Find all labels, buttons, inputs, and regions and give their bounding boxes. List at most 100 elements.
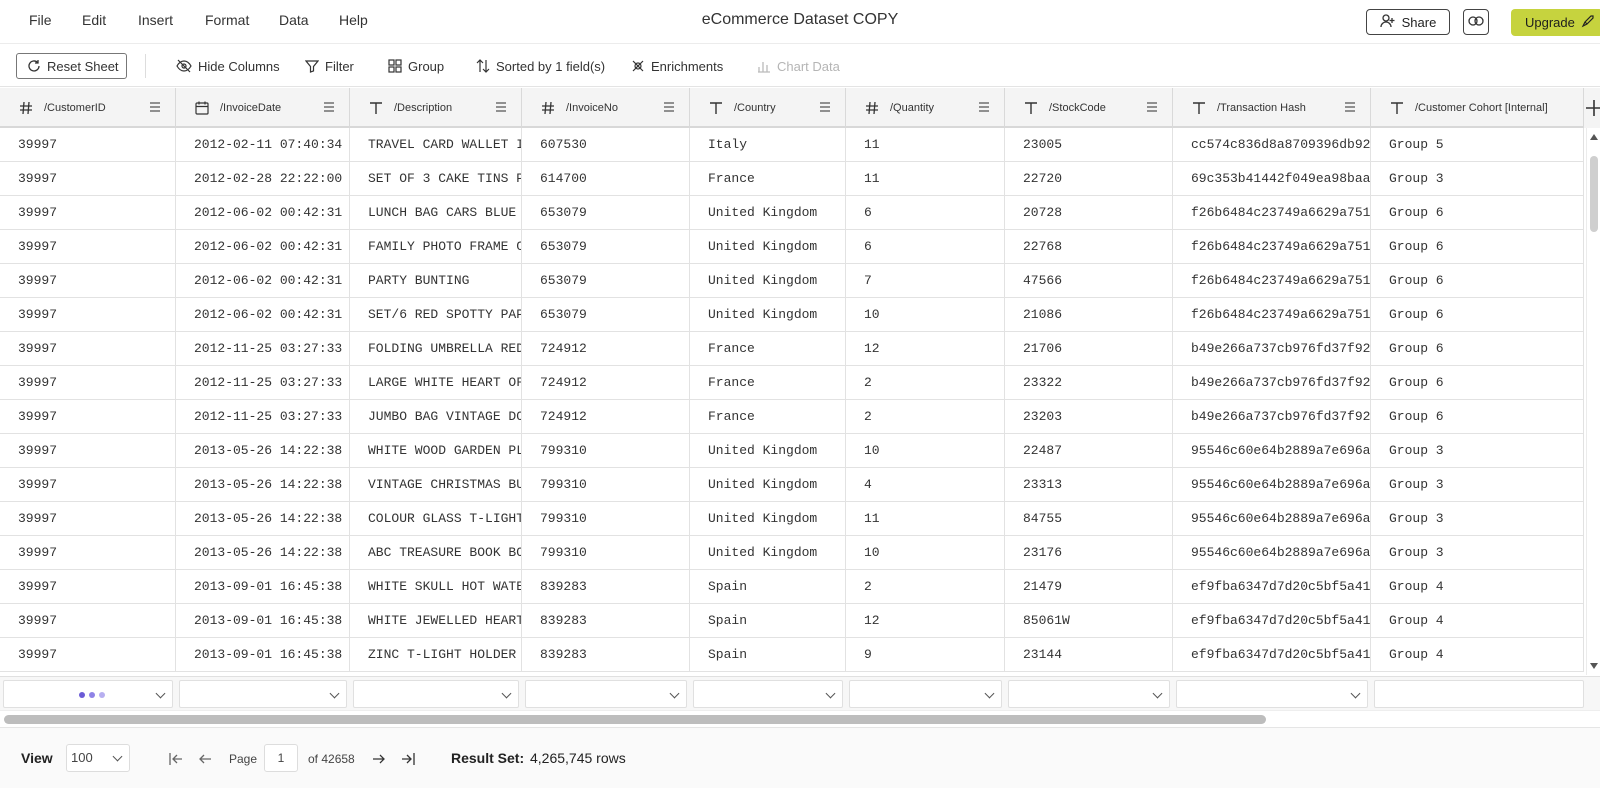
table-cell[interactable]: 2 [846, 366, 1005, 399]
table-row[interactable]: 39997 2012-11-25 03:27:33 JUMBO BAG VINTAG… [0, 400, 1584, 434]
table-cell[interactable]: 85061W [1005, 604, 1173, 637]
column-header[interactable]: /Transaction Hash [1173, 88, 1371, 128]
copy-link-button[interactable] [1463, 9, 1489, 35]
table-cell[interactable]: United Kingdom [690, 196, 846, 229]
table-cell[interactable]: ef9fba6347d7d20c5bf5a41 [1173, 638, 1371, 671]
column-header[interactable]: /Quantity [846, 88, 1005, 128]
table-cell[interactable]: 39997 [0, 468, 176, 501]
table-cell[interactable]: f26b6484c23749a6629a751 [1173, 298, 1371, 331]
table-cell[interactable]: France [690, 332, 846, 365]
menu-help[interactable]: Help [339, 12, 368, 28]
table-cell[interactable]: United Kingdom [690, 230, 846, 263]
table-cell[interactable]: Spain [690, 570, 846, 603]
table-cell[interactable]: 653079 [522, 196, 690, 229]
table-cell[interactable]: Spain [690, 638, 846, 671]
table-cell[interactable]: 12 [846, 604, 1005, 637]
table-cell[interactable]: Group 3 [1371, 468, 1584, 501]
column-filter-select[interactable] [353, 680, 519, 708]
table-cell[interactable]: United Kingdom [690, 468, 846, 501]
table-cell[interactable]: 39997 [0, 128, 176, 161]
table-cell[interactable]: 22768 [1005, 230, 1173, 263]
table-cell[interactable]: 653079 [522, 264, 690, 297]
table-cell[interactable]: 39997 [0, 638, 176, 671]
table-cell[interactable]: 2 [846, 570, 1005, 603]
table-cell[interactable]: Group 3 [1371, 536, 1584, 569]
add-column-button[interactable] [1584, 88, 1600, 128]
table-cell[interactable]: b49e266a737cb976fd37f92 [1173, 400, 1371, 433]
table-cell[interactable]: b49e266a737cb976fd37f92 [1173, 366, 1371, 399]
table-row[interactable]: 39997 2013-09-01 16:45:38 WHITE JEWELLED H… [0, 604, 1584, 638]
table-cell[interactable]: VINTAGE CHRISTMAS BU [350, 468, 522, 501]
horizontal-scrollbar[interactable] [0, 710, 1600, 726]
table-cell[interactable]: 6 [846, 196, 1005, 229]
table-row[interactable]: 39997 2012-02-28 22:22:00 SET OF 3 CAKE TI… [0, 162, 1584, 196]
hide-columns-button[interactable]: Hide Columns [176, 53, 280, 79]
table-cell[interactable]: Group 4 [1371, 638, 1584, 671]
table-cell[interactable]: 23203 [1005, 400, 1173, 433]
table-cell[interactable]: 22487 [1005, 434, 1173, 467]
table-row[interactable]: 39997 2012-06-02 00:42:31 FAMILY PHOTO FRA… [0, 230, 1584, 264]
column-menu-icon[interactable] [495, 101, 509, 115]
table-cell[interactable]: 39997 [0, 502, 176, 535]
table-cell[interactable]: 39997 [0, 434, 176, 467]
table-cell[interactable]: LARGE WHITE HEART OF [350, 366, 522, 399]
table-cell[interactable]: b49e266a737cb976fd37f92 [1173, 332, 1371, 365]
table-cell[interactable]: 2013-05-26 14:22:38 [176, 468, 350, 501]
table-cell[interactable]: 11 [846, 128, 1005, 161]
table-cell[interactable]: 839283 [522, 604, 690, 637]
table-cell[interactable]: 39997 [0, 230, 176, 263]
menu-edit[interactable]: Edit [82, 12, 106, 28]
table-cell[interactable]: 653079 [522, 230, 690, 263]
table-cell[interactable]: 39997 [0, 264, 176, 297]
table-cell[interactable]: f26b6484c23749a6629a751 [1173, 196, 1371, 229]
reset-sheet-button[interactable]: Reset Sheet [16, 53, 127, 79]
table-cell[interactable]: cc574c836d8a8709396db92 [1173, 128, 1371, 161]
table-cell[interactable]: 799310 [522, 434, 690, 467]
table-cell[interactable]: 21086 [1005, 298, 1173, 331]
table-cell[interactable]: PARTY BUNTING [350, 264, 522, 297]
table-cell[interactable]: ABC TREASURE BOOK BO [350, 536, 522, 569]
column-header[interactable]: /Customer Cohort [Internal] [1371, 88, 1584, 128]
table-cell[interactable]: 2012-06-02 00:42:31 [176, 298, 350, 331]
column-menu-icon[interactable] [819, 101, 833, 115]
table-cell[interactable]: 2013-09-01 16:45:38 [176, 604, 350, 637]
table-cell[interactable]: 839283 [522, 638, 690, 671]
table-cell[interactable]: 39997 [0, 536, 176, 569]
table-cell[interactable]: France [690, 400, 846, 433]
table-cell[interactable]: France [690, 162, 846, 195]
table-cell[interactable]: 724912 [522, 332, 690, 365]
table-cell[interactable]: 2013-05-26 14:22:38 [176, 502, 350, 535]
table-cell[interactable]: 23005 [1005, 128, 1173, 161]
column-filter-select[interactable] [1176, 680, 1368, 708]
table-cell[interactable]: 839283 [522, 570, 690, 603]
next-page-icon[interactable] [370, 750, 388, 768]
table-cell[interactable]: 799310 [522, 502, 690, 535]
sort-button[interactable]: Sorted by 1 field(s) [476, 53, 605, 79]
column-header[interactable]: /Country [690, 88, 846, 128]
table-cell[interactable]: WHITE WOOD GARDEN PL [350, 434, 522, 467]
table-cell[interactable]: Group 6 [1371, 332, 1584, 365]
table-cell[interactable]: 21479 [1005, 570, 1173, 603]
table-cell[interactable]: 39997 [0, 298, 176, 331]
page-number-input[interactable]: 1 [264, 744, 298, 772]
table-cell[interactable]: 39997 [0, 570, 176, 603]
table-cell[interactable]: 39997 [0, 366, 176, 399]
column-header[interactable]: /CustomerID [0, 88, 176, 128]
vertical-scrollbar[interactable] [1586, 128, 1600, 675]
table-cell[interactable]: 12 [846, 332, 1005, 365]
table-cell[interactable]: 47566 [1005, 264, 1173, 297]
table-cell[interactable]: 23176 [1005, 536, 1173, 569]
table-row[interactable]: 39997 2012-06-02 00:42:31 PARTY BUNTING 653… [0, 264, 1584, 298]
table-cell[interactable]: SET OF 3 CAKE TINS P [350, 162, 522, 195]
table-cell[interactable]: LUNCH BAG CARS BLUE [350, 196, 522, 229]
table-cell[interactable]: Group 4 [1371, 570, 1584, 603]
menu-data[interactable]: Data [279, 12, 309, 28]
table-cell[interactable]: 2013-09-01 16:45:38 [176, 638, 350, 671]
share-button[interactable]: Share [1366, 9, 1450, 35]
table-cell[interactable]: Group 6 [1371, 366, 1584, 399]
table-cell[interactable]: 2012-11-25 03:27:33 [176, 332, 350, 365]
column-menu-icon[interactable] [663, 101, 677, 115]
table-cell[interactable]: Group 6 [1371, 196, 1584, 229]
table-cell[interactable]: TRAVEL CARD WALLET I [350, 128, 522, 161]
column-filter-select[interactable] [1008, 680, 1170, 708]
